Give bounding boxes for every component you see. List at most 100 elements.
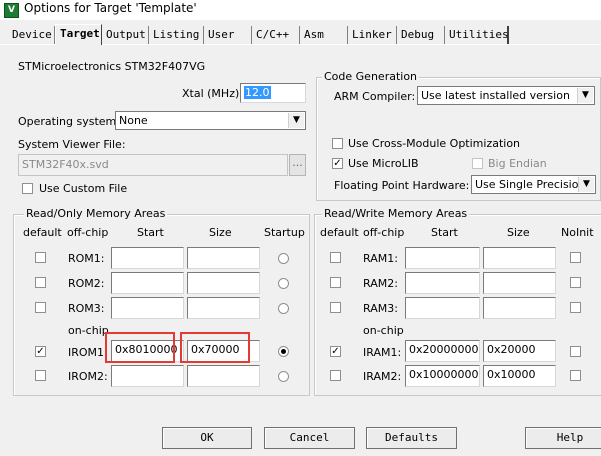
ram1-noinit-checkbox[interactable]	[570, 252, 581, 263]
ram3-default-checkbox[interactable]	[330, 302, 341, 313]
iram1-noinit-checkbox[interactable]	[570, 346, 581, 357]
os-select[interactable]: None ▼	[115, 111, 306, 130]
iram1-size-input[interactable]: 0x20000	[483, 340, 556, 362]
iram2-noinit-checkbox[interactable]	[570, 370, 581, 381]
iram1-default-checkbox[interactable]: ✓	[330, 346, 341, 357]
ram2-start-input[interactable]	[405, 272, 480, 294]
irom2-startup-radio[interactable]	[278, 371, 289, 382]
tab-utilities[interactable]: Utilities	[445, 26, 509, 44]
rom3-start-input[interactable]	[111, 297, 184, 319]
rom2-startup-radio[interactable]	[278, 278, 289, 289]
rom2-start-input[interactable]	[111, 272, 184, 294]
iram2-default-checkbox[interactable]	[330, 370, 341, 381]
irom1-start-highlight	[105, 332, 175, 363]
big-endian-checkbox	[472, 158, 483, 169]
rom1-default-checkbox[interactable]	[35, 252, 46, 263]
arm-compiler-select[interactable]: Use latest installed version ▼	[417, 86, 595, 105]
ram-header-default: default	[320, 226, 359, 239]
tab-linker[interactable]: Linker	[348, 26, 397, 44]
help-button[interactable]: Help	[525, 427, 601, 449]
ram-onchip-label: on-chip	[363, 324, 404, 337]
irom2-start-input[interactable]	[111, 365, 184, 387]
ram3-label: RAM3:	[363, 302, 398, 315]
tab-target[interactable]: Target	[55, 24, 102, 45]
microlib-checkbox[interactable]: ✓	[332, 158, 343, 169]
fp-select[interactable]: Use Single Precision ▼	[471, 175, 596, 194]
rom3-label: ROM3:	[68, 302, 105, 315]
irom1-size-highlight	[180, 332, 250, 363]
rom2-size-input[interactable]	[187, 272, 260, 294]
rom-header-size: Size	[209, 226, 232, 239]
ram-header-size: Size	[507, 226, 530, 239]
use-custom-file-checkbox[interactable]	[22, 183, 33, 194]
microlib-label: Use MicroLIB	[348, 157, 419, 170]
tab-label: Utilities	[449, 28, 509, 41]
rom2-default-checkbox[interactable]	[35, 277, 46, 288]
cross-module-checkbox[interactable]	[332, 138, 343, 149]
iram2-size-value: 0x10000	[487, 368, 536, 381]
iram2-label: IRAM2:	[363, 370, 402, 383]
uvision-app-icon: V	[4, 3, 19, 18]
irom2-label: IROM2:	[68, 370, 108, 383]
tab-label: Listing	[153, 28, 200, 41]
rom3-startup-radio[interactable]	[278, 303, 289, 314]
svf-label: System Viewer File:	[18, 138, 126, 151]
tab-asm[interactable]: Asm	[300, 26, 348, 44]
tab-label: Output	[106, 28, 146, 41]
ram1-default-checkbox[interactable]	[330, 252, 341, 263]
tab-label: Linker	[352, 28, 392, 41]
chevron-down-icon[interactable]: ▼	[578, 177, 594, 192]
irom2-default-checkbox[interactable]	[35, 370, 46, 381]
tab-c-cpp[interactable]: C/C++	[252, 26, 300, 44]
rom1-size-input[interactable]	[187, 247, 260, 269]
os-value: None	[119, 114, 148, 127]
ram-header-start: Start	[431, 226, 458, 239]
rom1-start-input[interactable]	[111, 247, 184, 269]
ram2-default-checkbox[interactable]	[330, 277, 341, 288]
iram1-start-value: 0x20000000	[409, 343, 479, 356]
cancel-label: Cancel	[289, 431, 330, 444]
cancel-button[interactable]: Cancel	[264, 427, 355, 449]
tab-user[interactable]: User	[204, 26, 252, 44]
ram3-size-input[interactable]	[483, 297, 556, 319]
iram1-label: IRAM1:	[363, 346, 402, 359]
tab-output[interactable]: Output	[102, 26, 149, 44]
rom3-default-checkbox[interactable]	[35, 302, 46, 313]
defaults-label: Defaults	[385, 431, 438, 444]
ram2-noinit-checkbox[interactable]	[570, 277, 581, 288]
rom-onchip-label: on-chip	[68, 324, 109, 337]
ram3-noinit-checkbox[interactable]	[570, 302, 581, 313]
ok-label: OK	[200, 431, 214, 444]
rom1-startup-radio[interactable]	[278, 253, 289, 264]
svf-input: STM32F40x.svd	[18, 154, 288, 176]
tab-listing[interactable]: Listing	[149, 26, 204, 44]
defaults-button[interactable]: Defaults	[366, 427, 457, 449]
title-bar: V Options for Target 'Template'	[0, 0, 601, 20]
tab-label: Asm	[304, 28, 324, 41]
tab-debug[interactable]: Debug	[397, 26, 445, 44]
iram1-start-input[interactable]: 0x20000000	[405, 340, 480, 362]
ram1-size-input[interactable]	[483, 247, 556, 269]
iram2-size-input[interactable]: 0x10000	[483, 365, 556, 387]
irom2-size-input[interactable]	[187, 365, 260, 387]
tab-label: C/C++	[256, 28, 290, 41]
xtal-input[interactable]: 12.0	[240, 83, 306, 103]
chevron-down-icon[interactable]: ▼	[577, 88, 593, 103]
irom1-default-checkbox[interactable]: ✓	[35, 346, 46, 357]
svf-value: STM32F40x.svd	[22, 158, 109, 171]
tab-device[interactable]: Device	[8, 26, 55, 44]
rom2-label: ROM2:	[68, 277, 105, 290]
help-label: Help	[556, 431, 584, 444]
tab-label: Debug	[401, 28, 435, 41]
ram1-start-input[interactable]	[405, 247, 480, 269]
ram3-start-input[interactable]	[405, 297, 480, 319]
window-title: Options for Target 'Template'	[24, 1, 197, 15]
ram-title: Read/Write Memory Areas	[322, 207, 470, 220]
irom1-label: IROM1:	[68, 346, 108, 359]
ram2-size-input[interactable]	[483, 272, 556, 294]
rom3-size-input[interactable]	[187, 297, 260, 319]
chevron-down-icon[interactable]: ▼	[288, 113, 304, 128]
ok-button[interactable]: OK	[162, 427, 252, 449]
irom1-startup-radio[interactable]	[278, 346, 289, 357]
iram2-start-input[interactable]: 0x10000000	[405, 365, 480, 387]
